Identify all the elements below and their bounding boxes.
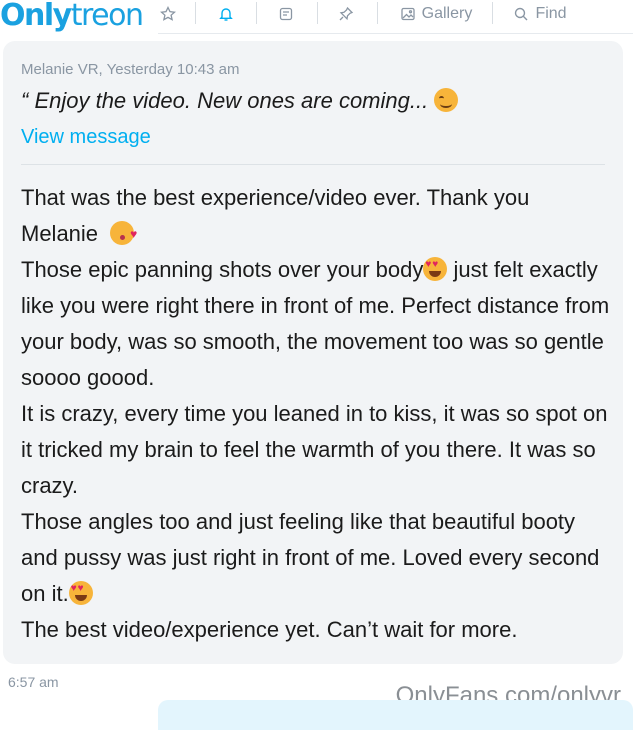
kiss-emoji-icon (110, 216, 137, 252)
nav-gallery-label: Gallery (421, 4, 473, 22)
nav-find[interactable]: Find (512, 0, 568, 27)
nav-divider (256, 2, 257, 24)
message-body: That was the best experience/video ever.… (21, 180, 611, 648)
top-nav: Gallery Find (158, 0, 633, 34)
note-icon (279, 7, 293, 20)
message-paragraph: It is crazy, every time you leaned in to… (21, 401, 608, 498)
nav-divider (377, 2, 378, 24)
pin-icon (339, 6, 354, 20)
reply-quote-text: “ Enjoy the video. New ones are coming..… (21, 88, 429, 113)
site-logo[interactable]: Onlytreon (0, 0, 144, 34)
message-paragraph: That was the best experience/video ever.… (21, 180, 611, 252)
heart-eyes-emoji-icon (423, 257, 448, 281)
nav-pinned[interactable] (336, 0, 356, 27)
nav-divider (317, 2, 318, 24)
message-paragraph: Those angles too and just feeling like t… (21, 504, 611, 612)
nav-divider (492, 2, 493, 24)
next-message-bubble (158, 700, 633, 730)
bell-icon (219, 7, 233, 21)
nav-divider (195, 2, 196, 24)
message-paragraph: Those epic panning shots over your body … (21, 252, 611, 396)
image-icon (401, 7, 415, 20)
search-icon (515, 7, 528, 20)
nav-star[interactable] (158, 0, 178, 27)
nav-find-label: Find (535, 4, 567, 22)
top-bar: Onlytreon Gallery Find (0, 0, 633, 34)
reply-divider (21, 164, 605, 165)
reply-quote: “ Enjoy the video. New ones are coming..… (21, 88, 459, 114)
nav-notes[interactable] (276, 0, 296, 27)
view-message-link[interactable]: View message (21, 126, 151, 149)
reply-meta: Melanie VR, Yesterday 10:43 am (21, 61, 240, 78)
nav-notifications[interactable] (216, 0, 236, 27)
message-paragraph: The best video/experience yet. Can’t wai… (21, 617, 518, 642)
message-timestamp: 6:57 am (8, 674, 59, 690)
smiling-emoji-icon (434, 88, 459, 112)
star-icon (160, 5, 176, 21)
nav-gallery[interactable]: Gallery (398, 0, 474, 27)
heart-eyes-emoji-icon (68, 581, 93, 605)
